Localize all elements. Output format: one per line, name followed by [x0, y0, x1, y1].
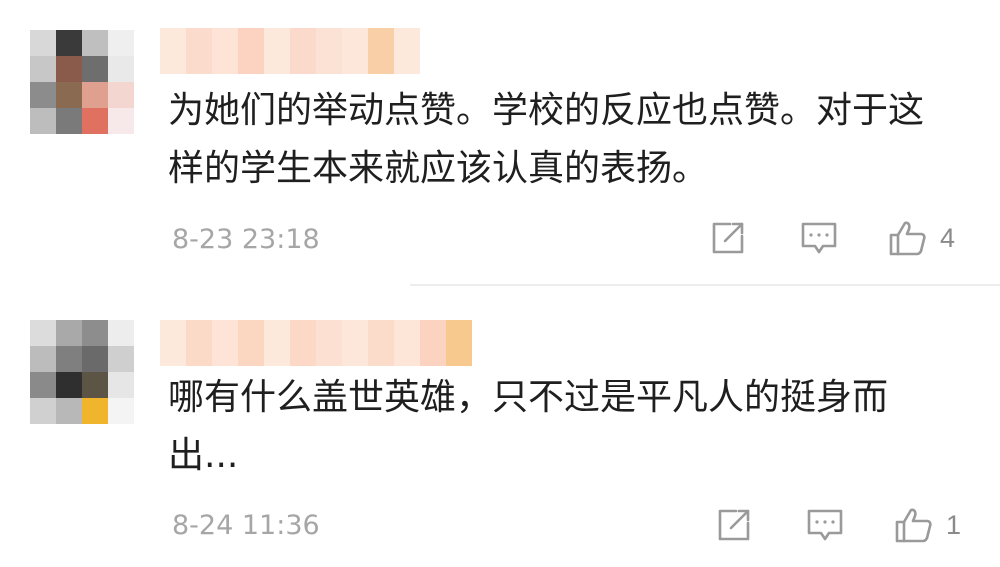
- avatar-pixel: [56, 398, 82, 424]
- username-pixel: [186, 28, 212, 74]
- avatar-pixel: [108, 82, 134, 108]
- share-button[interactable]: [710, 220, 746, 256]
- username-pixel: [186, 320, 212, 366]
- like-count: 4: [940, 222, 956, 253]
- avatar[interactable]: [30, 320, 134, 424]
- reply-button[interactable]: [806, 507, 844, 543]
- avatar-pixel: [82, 320, 108, 346]
- username-blurred[interactable]: [160, 320, 472, 366]
- avatar-pixel: [30, 346, 56, 372]
- comment-text: 为她们的举动点赞。学校的反应也点赞。对于这样的学生本来就应该认真的表扬。: [168, 90, 925, 189]
- username-pixel: [394, 320, 420, 366]
- avatar-pixel: [30, 82, 56, 108]
- like-button[interactable]: 1: [894, 505, 961, 545]
- avatar-pixel: [56, 30, 82, 56]
- avatar-pixel: [56, 346, 82, 372]
- comment-item: 为她们的举动点赞。学校的反应也点赞。对于这样的学生本来就应该认真的表扬。 8-2…: [0, 0, 1000, 285]
- username-pixel: [160, 28, 186, 74]
- avatar-pixel: [108, 108, 134, 134]
- avatar-pixel: [56, 372, 82, 398]
- comment-item: 哪有什么盖世英雄，只不过是平凡人的挺身而出... 8-24 11:36 1: [0, 285, 1000, 567]
- username-pixel: [290, 28, 316, 74]
- username-pixel: [316, 320, 342, 366]
- username-pixel: [160, 320, 186, 366]
- avatar-pixel: [30, 108, 56, 134]
- username-pixel: [342, 28, 368, 74]
- comment-time: 8-24 11:36: [172, 510, 320, 541]
- username-pixel: [212, 28, 238, 74]
- avatar-pixel: [108, 372, 134, 398]
- username-pixel: [342, 320, 368, 366]
- avatar-pixel: [108, 56, 134, 82]
- avatar-pixel: [30, 398, 56, 424]
- username-pixel: [446, 320, 472, 366]
- comment-text: 哪有什么盖世英雄，只不过是平凡人的挺身而出...: [168, 377, 889, 476]
- like-count: 1: [946, 509, 962, 540]
- avatar-pixel: [108, 30, 134, 56]
- username-pixel: [264, 320, 290, 366]
- username-pixel: [316, 28, 342, 74]
- username-pixel: [264, 28, 290, 74]
- username-pixel: [238, 320, 264, 366]
- username-pixel: [420, 320, 446, 366]
- username-pixel: [212, 320, 238, 366]
- username-pixel: [238, 28, 264, 74]
- avatar-pixel: [30, 56, 56, 82]
- comment-icon: [807, 509, 843, 541]
- avatar-pixel: [108, 398, 134, 424]
- username-blurred[interactable]: [160, 28, 420, 74]
- avatar[interactable]: [30, 30, 134, 134]
- thumbs-up-icon: [889, 221, 926, 256]
- username-pixel: [368, 28, 394, 74]
- reply-button[interactable]: [800, 220, 838, 256]
- avatar-pixel: [108, 320, 134, 346]
- avatar-pixel: [82, 398, 108, 424]
- avatar-pixel: [82, 30, 108, 56]
- share-button[interactable]: [716, 507, 752, 543]
- avatar-pixel: [108, 346, 134, 372]
- avatar-pixel: [82, 346, 108, 372]
- username-pixel: [290, 320, 316, 366]
- avatar-pixel: [30, 30, 56, 56]
- avatar-pixel: [56, 108, 82, 134]
- like-button[interactable]: 4: [888, 218, 955, 258]
- thumbs-up-icon: [895, 508, 932, 543]
- avatar-pixel: [56, 56, 82, 82]
- share-icon: [718, 509, 750, 541]
- share-icon: [712, 222, 744, 254]
- avatar-pixel: [82, 56, 108, 82]
- avatar-pixel: [56, 82, 82, 108]
- avatar-pixel: [82, 108, 108, 134]
- avatar-pixel: [82, 82, 108, 108]
- comment-icon: [801, 222, 837, 254]
- avatar-pixel: [82, 372, 108, 398]
- username-pixel: [368, 320, 394, 366]
- avatar-pixel: [30, 320, 56, 346]
- avatar-pixel: [56, 320, 82, 346]
- comment-time: 8-23 23:18: [172, 224, 320, 255]
- avatar-pixel: [30, 372, 56, 398]
- username-pixel: [394, 28, 420, 74]
